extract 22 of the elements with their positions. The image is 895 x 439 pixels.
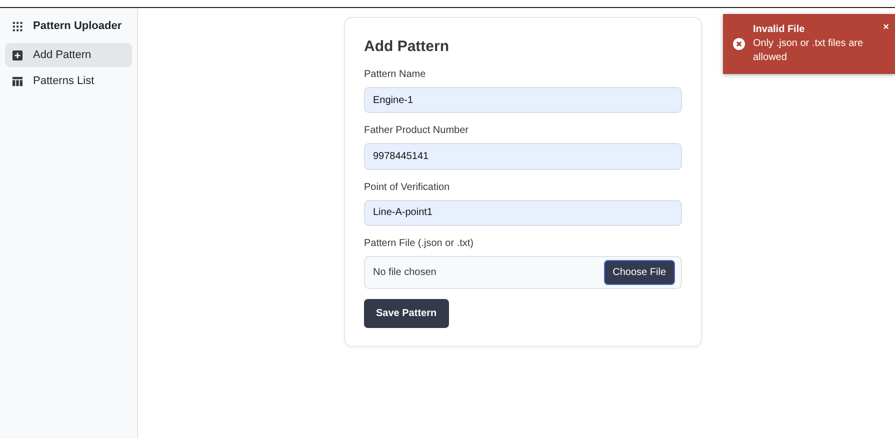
grid-icon	[12, 20, 23, 32]
input-field[interactable]: Engine-1	[364, 87, 682, 114]
toast-message: Only .json or .txt files are allowed	[753, 37, 864, 65]
field-label: Point of Verification	[364, 182, 450, 193]
input-field[interactable]: Line-A-point1	[364, 200, 682, 226]
file-status: No file chosen	[373, 266, 436, 278]
sidebar-item[interactable]: Add Pattern	[5, 43, 132, 67]
error-icon	[733, 38, 745, 50]
save-button[interactable]: Save Pattern	[364, 299, 449, 328]
choose-file-button[interactable]: Choose File	[604, 260, 675, 285]
sidebar-item[interactable]: Patterns List	[5, 69, 132, 93]
close-button[interactable]: ×	[883, 22, 889, 33]
input-field[interactable]: 9978445141	[364, 143, 682, 170]
toast-title: Invalid File	[753, 24, 806, 35]
table-icon	[12, 76, 23, 86]
plus-square-icon	[12, 50, 23, 60]
file-input[interactable]: No file chosen Choose File	[364, 256, 682, 289]
field-label: Pattern File (.json or .txt)	[364, 238, 474, 249]
app-title: Pattern Uploader	[33, 20, 122, 32]
form-title: Add Pattern	[364, 38, 450, 55]
field-label: Pattern Name	[364, 69, 426, 80]
field-label: Father Product Number	[364, 125, 468, 136]
